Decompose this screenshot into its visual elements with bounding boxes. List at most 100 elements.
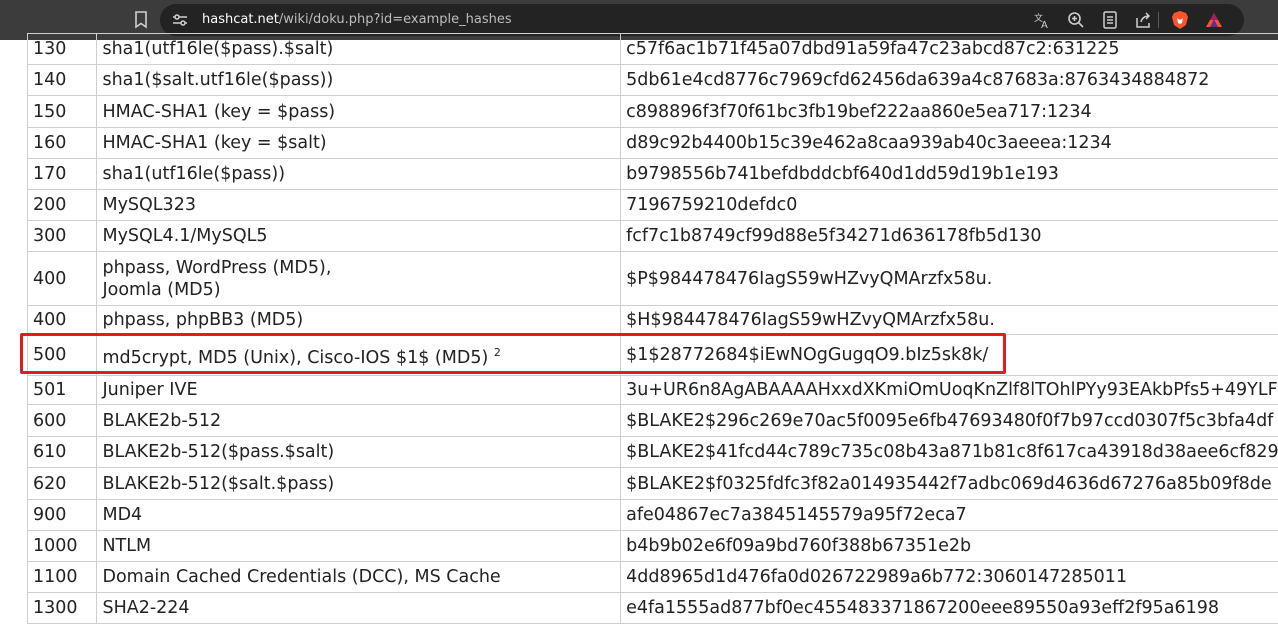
- hash-mode-cell: 130: [26, 33, 98, 65]
- table-row: 900 MD4 afe04867ec7a3845145579a95f72eca7: [26, 499, 1278, 531]
- hash-name-text: MD4: [102, 505, 143, 525]
- brave-rewards-icon[interactable]: [1204, 10, 1224, 30]
- footnote-link[interactable]: 2: [494, 346, 501, 359]
- hash-name-cell: sha1(utf16le($pass).$salt): [96, 33, 622, 65]
- hash-name-cell: sha1(utf16le($pass)): [96, 158, 622, 190]
- hash-name-text: BLAKE2b-512($pass.$salt): [102, 442, 335, 462]
- table-row: 400 phpass, phpBB3 (MD5) $H$984478476IagS5…: [26, 305, 1278, 335]
- hash-example-cell: 5db61e4cd8776c7969cfd62456da639a4c87683a…: [620, 64, 1278, 96]
- hash-example-cell: c57f6ac1b71f45a07dbd91a59fa47c23abcd87c2…: [620, 33, 1278, 65]
- translate-icon[interactable]: 文A: [1032, 10, 1052, 30]
- table-row: 1300 SHA2-224 e4fa1555ad877bf0ec4554833718…: [26, 592, 1278, 624]
- hash-name-text: Domain Cached Credentials (DCC), MS Cach…: [102, 567, 501, 587]
- hash-example-cell: $H$984478476IagS59wHZvyQMArzfx58u.: [620, 305, 1278, 335]
- hash-name-text: sha1(utf16le($pass).$salt): [102, 39, 334, 59]
- site-info-icon[interactable]: [170, 10, 190, 30]
- table-row: 130 sha1(utf16le($pass).$salt) c57f6ac1b71…: [26, 33, 1278, 65]
- url-text[interactable]: hashcat.net/wiki/doku.php?id=example_has…: [202, 12, 512, 27]
- hash-name-text: Juniper IVE: [102, 380, 198, 400]
- hash-mode-cell: 610: [26, 436, 98, 468]
- hash-example-cell: $P$984478476IagS59wHZvyQMArzfx58u.: [620, 251, 1278, 306]
- hash-name-cell: BLAKE2b-512: [96, 404, 622, 437]
- hash-mode-cell: 900: [26, 499, 98, 531]
- share-icon[interactable]: [1133, 10, 1153, 30]
- hash-name-cell: phpass, phpBB3 (MD5): [96, 305, 622, 335]
- hash-mode-cell: 170: [26, 158, 98, 190]
- hash-mode-cell: 1000: [26, 530, 98, 562]
- hash-name-cell: HMAC-SHA1 (key = $pass): [96, 95, 622, 128]
- hash-name-text: BLAKE2b-512($salt.$pass): [102, 473, 335, 494]
- table-row: 600 BLAKE2b-512 $BLAKE2$296c269e70ac5f0095…: [26, 404, 1278, 437]
- hash-mode-cell: 400: [26, 305, 98, 335]
- hash-name-cell: sha1($salt.utf16le($pass)): [96, 64, 622, 96]
- hash-mode-cell: 500: [26, 334, 98, 376]
- hash-name-cell: MD4: [96, 499, 622, 531]
- hash-name-cell: md5crypt, MD5 (Unix), Cisco-IOS $1$ (MD5…: [96, 334, 622, 376]
- table-row: 1100 Domain Cached Credentials (DCC), MS …: [26, 561, 1278, 593]
- hash-name-cell: SHA2-224: [96, 592, 622, 624]
- table-row: 160 HMAC-SHA1 (key = $salt) d89c92b4400b15…: [26, 127, 1278, 159]
- hash-name-text: HMAC-SHA1 (key = $pass): [102, 101, 336, 122]
- hash-example-cell: fcf7c1b8749cf99d88e5f34271d636178fb5d130: [620, 220, 1278, 252]
- table-row: 400 phpass, WordPress (MD5), Joomla (MD5)…: [26, 251, 1278, 306]
- hash-name-cell: NTLM: [96, 530, 622, 562]
- table-row: 150 HMAC-SHA1 (key = $pass) c898896f3f70f6…: [26, 95, 1278, 128]
- hash-name-text: sha1(utf16le($pass)): [102, 164, 286, 184]
- reader-mode-icon[interactable]: [1100, 10, 1120, 30]
- hash-name-text: MySQL323: [102, 195, 196, 215]
- hash-name-cell: HMAC-SHA1 (key = $salt): [96, 127, 622, 159]
- table-row: 140 sha1($salt.utf16le($pass)) 5db61e4cd87…: [26, 64, 1278, 96]
- hash-name-text: MySQL4.1/MySQL5: [102, 226, 268, 246]
- zoom-icon[interactable]: [1066, 10, 1086, 30]
- hash-example-cell: $BLAKE2$41fcd44c789c735c08b43a871b81c8f6…: [620, 436, 1278, 468]
- hash-example-cell: b9798556b741befdbddcbf640d1dd59d19b1e193: [620, 158, 1278, 190]
- hash-example-cell: c898896f3f70f61bc3fb19bef222aa860e5ea717…: [620, 95, 1278, 128]
- hash-mode-cell: 501: [26, 375, 98, 405]
- hash-name-text: BLAKE2b-512: [102, 410, 222, 431]
- bookmark-icon[interactable]: [130, 9, 152, 31]
- hash-example-cell: d89c92b4400b15c39e462a8caa939ab40c3aeeea…: [620, 127, 1278, 159]
- hash-example-cell: afe04867ec7a3845145579a95f72eca7: [620, 499, 1278, 531]
- svg-text:A: A: [1041, 20, 1048, 29]
- table-row-highlighted: 500 md5crypt, MD5 (Unix), Cisco-IOS $1$ (…: [26, 334, 1278, 376]
- table-row: 170 sha1(utf16le($pass)) b9798556b741befdb…: [26, 158, 1278, 190]
- hash-name-text: phpass, WordPress (MD5), Joomla (MD5): [102, 257, 332, 300]
- hash-name-text: md5crypt, MD5 (Unix), Cisco-IOS $1$ (MD5…: [102, 347, 489, 368]
- hash-name-cell: BLAKE2b-512($salt.$pass): [96, 467, 622, 500]
- hash-name-text: HMAC-SHA1 (key = $salt): [102, 133, 327, 153]
- table-row: 610 BLAKE2b-512($pass.$salt) $BLAKE2$41fcd…: [26, 436, 1278, 468]
- hash-name-text: phpass, phpBB3 (MD5): [102, 310, 304, 330]
- hash-name-cell: BLAKE2b-512($pass.$salt): [96, 436, 622, 468]
- hash-name-cell: MySQL4.1/MySQL5: [96, 220, 622, 252]
- brave-shield-icon[interactable]: [1170, 10, 1190, 30]
- hash-name-text: NTLM: [102, 536, 152, 556]
- table-row: 300 MySQL4.1/MySQL5 fcf7c1b8749cf99d88e5f3…: [26, 220, 1278, 252]
- hash-example-cell: e4fa1555ad877bf0ec455483371867200eee8955…: [620, 592, 1278, 624]
- hash-name-cell: Juniper IVE: [96, 375, 622, 405]
- hash-mode-cell: 140: [26, 64, 98, 96]
- table-row: 200 MySQL323 7196759210defdc0: [26, 189, 1278, 221]
- hash-example-cell: b4b9b02e6f09a9bd760f388b67351e2b: [620, 530, 1278, 562]
- hash-mode-cell: 1300: [26, 592, 98, 624]
- table-row: 620 BLAKE2b-512($salt.$pass) $BLAKE2$f0325…: [26, 467, 1278, 500]
- hash-example-cell: $1$28772684$iEwNOgGugqO9.bIz5sk8k/: [620, 334, 1278, 376]
- hash-name-cell: Domain Cached Credentials (DCC), MS Cach…: [96, 561, 622, 593]
- url-path: /wiki/doku.php?id=example_hashes: [278, 12, 512, 27]
- example-hashes-table: 130 sha1(utf16le($pass).$salt) c57f6ac1b71…: [26, 33, 1278, 624]
- hash-mode-cell: 620: [26, 467, 98, 500]
- table-row: 1000 NTLM b4b9b02e6f09a9bd760f388b67351e2b: [26, 530, 1278, 562]
- hash-mode-cell: 600: [26, 404, 98, 437]
- hash-name-text: sha1($salt.utf16le($pass)): [102, 70, 334, 90]
- hash-example-cell: $BLAKE2$296c269e70ac5f0095e6fb47693480f0…: [620, 404, 1278, 437]
- hash-name-text: SHA2-224: [102, 598, 190, 618]
- url-host: hashcat.net: [202, 12, 279, 27]
- toolbar-separator: [1158, 12, 1159, 28]
- address-bar[interactable]: hashcat.net/wiki/doku.php?id=example_has…: [160, 4, 1244, 36]
- hash-example-cell: 4dd8965d1d476fa0d026722989a6b772:3060147…: [620, 561, 1278, 593]
- hash-mode-cell: 300: [26, 220, 98, 252]
- hash-name-cell: phpass, WordPress (MD5), Joomla (MD5): [96, 251, 622, 306]
- hash-name-cell: MySQL323: [96, 189, 622, 221]
- hash-mode-cell: 150: [26, 95, 98, 128]
- table-row: 501 Juniper IVE 3u+UR6n8AgABAAAAHxxdXKmiOm…: [26, 375, 1278, 405]
- hash-example-cell: $BLAKE2$f0325fdfc3f82a014935442f7adbc069…: [620, 467, 1278, 500]
